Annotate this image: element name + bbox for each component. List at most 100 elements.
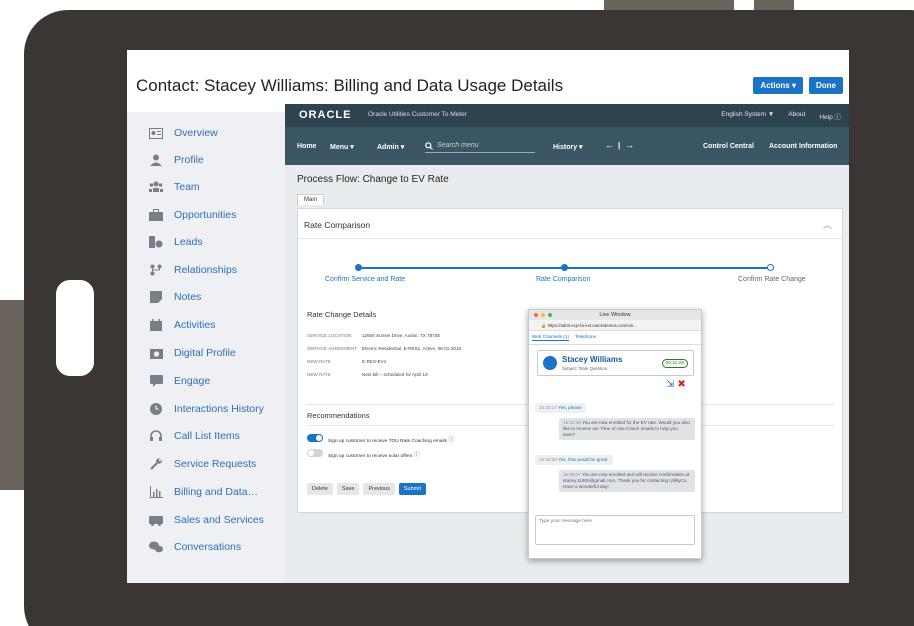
language-selector[interactable]: English System ▼: [721, 111, 774, 121]
search-box: [425, 139, 535, 153]
url-text: https://adc5-ecjv-fa-ext.oracledemos.com…: [547, 323, 637, 328]
sidebar-item-overview[interactable]: Overview: [127, 122, 285, 144]
toggle-label: Sign up customer to receive TOU Rate Coa…: [328, 438, 455, 444]
tab-telephone[interactable]: Telephone: [575, 334, 596, 341]
live-window-titlebar: Live Window: [529, 310, 701, 320]
chat-message-agent: 15:35:07 You are now enrolled and will r…: [559, 470, 695, 492]
notes-icon: [149, 291, 163, 303]
sidebar-item-team[interactable]: Team: [127, 176, 285, 198]
sidebar-item-profile[interactable]: Profile: [127, 149, 285, 171]
menu-dropdown[interactable]: Menu ▾: [330, 143, 354, 151]
sidebar-item-label: Activities: [174, 319, 216, 331]
truck-icon: [149, 514, 163, 526]
detail-row: NEW RATE E-RES-EV1: [307, 359, 387, 364]
about-link[interactable]: About: [788, 111, 805, 121]
chat-subject: Subject: Rate Question: [562, 366, 608, 371]
chat-actions: ⇲ ✖: [666, 379, 686, 390]
process-flow-title: Process Flow: Change to EV Rate: [297, 174, 449, 185]
card-header[interactable]: Rate Comparison ︿: [298, 209, 842, 239]
sidebar-item-interactions-history[interactable]: Interactions History: [127, 398, 285, 420]
sidebar-item-call-list-items[interactable]: Call List Items: [127, 425, 285, 447]
sidebar-nav: Overview Profile Team Opportunities Lead…: [127, 112, 285, 583]
sidebar-item-activities[interactable]: Activities: [127, 314, 285, 336]
forward-arrow-icon[interactable]: →: [625, 140, 634, 150]
lock-icon: 🔒: [541, 323, 547, 328]
sidebar-item-relationships[interactable]: Relationships: [127, 259, 285, 281]
control-central-link[interactable]: Control Central: [703, 143, 754, 150]
solar-offers-toggle[interactable]: [307, 449, 323, 457]
bar-chart-icon: [149, 486, 163, 498]
close-window-dot[interactable]: [534, 313, 538, 317]
delete-button[interactable]: Delete: [307, 483, 333, 495]
end-chat-icon[interactable]: ✖: [677, 379, 685, 390]
product-name: Oracle Utilities Customer To Meter: [368, 111, 467, 118]
team-icon: [149, 181, 163, 193]
actions-button[interactable]: Actions ▾: [753, 77, 803, 94]
main-menu-bar: Home Menu ▾ Admin ▾ History ▾ ← | → Cont…: [285, 127, 849, 165]
transfer-icon[interactable]: ⇲: [666, 379, 674, 390]
done-button[interactable]: Done: [809, 77, 843, 94]
sidebar-item-engage[interactable]: Engage: [127, 370, 285, 392]
step-label-1[interactable]: Confirm Service and Rate: [325, 276, 405, 283]
chat-icon: [149, 375, 163, 387]
sidebar-item-label: Billing and Data…: [174, 486, 259, 498]
chat-message-customer: 15:33:30 Yes, that would be great.: [535, 455, 613, 465]
tou-coaching-toggle[interactable]: [307, 434, 323, 442]
home-menu[interactable]: Home: [297, 143, 316, 150]
previous-button[interactable]: Previous: [363, 483, 395, 495]
history-dropdown[interactable]: History ▾: [553, 143, 583, 151]
sidebar-item-label: Engage: [174, 375, 211, 387]
back-arrow-icon[interactable]: ←: [605, 140, 614, 150]
step-label-2[interactable]: Rate Comparison: [536, 276, 590, 283]
card-title: Rate Comparison: [304, 220, 371, 230]
step-dot-1: [355, 264, 362, 271]
tab-main[interactable]: Main: [297, 194, 325, 205]
account-information-link[interactable]: Account Information: [769, 143, 837, 150]
recommendations-title: Recommendations: [307, 411, 370, 420]
sidebar-item-notes[interactable]: Notes: [127, 286, 285, 308]
tab-web-channels[interactable]: Web Channels (1): [532, 334, 569, 341]
sidebar-item-label: Team: [174, 181, 200, 193]
url-bar[interactable]: 🔒 https://adc5-ecjv-fa-ext.oracledemos.c…: [529, 320, 701, 331]
sidebar-item-service-requests[interactable]: Service Requests: [127, 453, 285, 475]
detail-row: SERVICE AGREEMENT Electric Residential, E…: [307, 346, 462, 351]
save-button[interactable]: Save: [336, 483, 360, 495]
sidebar-item-label: Overview: [174, 127, 218, 139]
step-dot-2: [561, 264, 568, 271]
sidebar-item-sales-and-services[interactable]: Sales and Services: [127, 509, 285, 531]
contact-name: Stacey Williams: [562, 355, 623, 364]
sidebar-item-billing-and-data[interactable]: Billing and Data…: [127, 481, 285, 503]
chat-message-customer: 15:30:17 Yes, please: [535, 403, 586, 413]
avatar: [543, 356, 557, 370]
search-icon: [425, 141, 433, 150]
oracle-header-links: English System ▼ About Help ⓘ: [721, 111, 841, 121]
sidebar-item-label: Interactions History: [174, 403, 264, 415]
help-link[interactable]: Help ⓘ: [819, 111, 841, 121]
nav-divider: |: [618, 141, 621, 150]
sidebar-item-opportunities[interactable]: Opportunities: [127, 204, 285, 226]
submit-button[interactable]: Submit: [398, 483, 426, 495]
page-actions: Actions ▾ Done: [753, 77, 843, 94]
maximize-window-dot[interactable]: [548, 313, 552, 317]
sidebar-item-digital-profile[interactable]: Digital Profile: [127, 342, 285, 364]
live-window-title: Live Window: [599, 312, 631, 318]
app-screen: Contact: Stacey Williams: Billing and Da…: [127, 50, 849, 583]
step-label-3[interactable]: Confirm Rate Change: [738, 276, 806, 283]
wrench-icon: [149, 458, 163, 470]
minimize-window-dot[interactable]: [541, 313, 545, 317]
relationships-icon: [149, 264, 163, 276]
sidebar-item-conversations[interactable]: Conversations: [127, 536, 285, 558]
search-input[interactable]: [437, 142, 527, 149]
briefcase-icon: [149, 209, 163, 221]
admin-dropdown[interactable]: Admin ▾: [377, 143, 404, 151]
chat-contact-card[interactable]: Stacey Williams Subject: Rate Question 0…: [537, 350, 694, 376]
sidebar-item-label: Conversations: [174, 541, 242, 553]
info-icon[interactable]: ⓘ: [414, 453, 420, 459]
sidebar-item-leads[interactable]: Leads: [127, 231, 285, 253]
chat-message-input[interactable]: [535, 515, 695, 545]
leads-icon: [149, 236, 163, 248]
info-icon[interactable]: ⓘ: [448, 438, 454, 444]
sidebar-item-label: Relationships: [174, 264, 238, 276]
sidebar-item-label: Call List Items: [174, 430, 240, 442]
chevron-up-icon[interactable]: ︿: [823, 218, 832, 231]
